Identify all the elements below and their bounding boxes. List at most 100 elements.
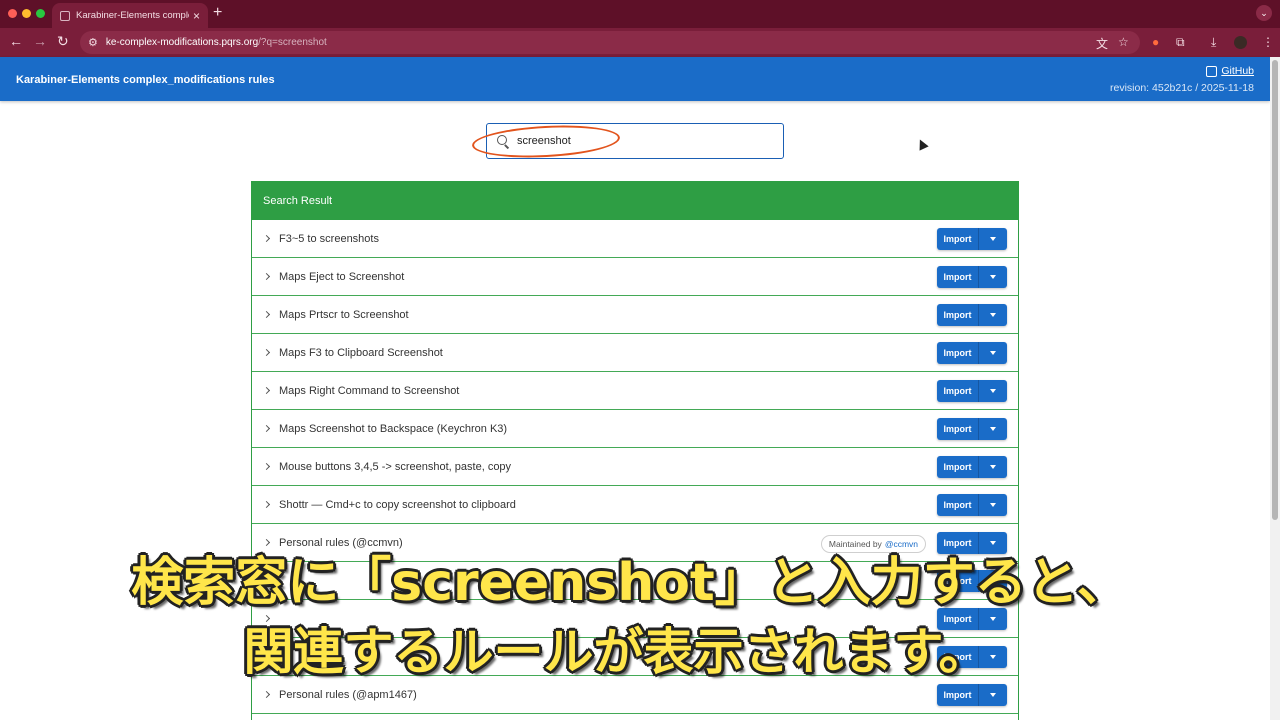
browser-tab-active[interactable]: Karabiner-Elements complex × [52, 3, 208, 28]
tab-search-button[interactable]: ⌄ [1256, 5, 1272, 21]
github-link[interactable]: GitHub [1206, 65, 1254, 77]
import-button[interactable]: Import [937, 570, 979, 592]
caret-down-icon [990, 465, 996, 469]
caret-down-icon [990, 389, 996, 393]
search-box[interactable] [486, 123, 784, 159]
import-dropdown-button[interactable] [979, 304, 1007, 326]
chevron-right-icon[interactable] [262, 234, 271, 243]
browser-menu-icon[interactable]: ⋮ [1262, 35, 1274, 49]
chevron-right-icon[interactable] [262, 690, 271, 699]
chevron-right-icon[interactable] [262, 538, 271, 547]
result-row-label: Maps Screenshot to Backspace (Keychron K… [279, 422, 508, 435]
chevron-right-icon[interactable] [262, 614, 271, 623]
result-row[interactable]: Maps Prtscr to Screenshot Import [252, 296, 1018, 334]
chevron-right-icon[interactable] [262, 462, 271, 471]
minimize-window-button[interactable] [22, 9, 31, 18]
search-input[interactable] [517, 135, 757, 147]
chevron-right-icon[interactable] [262, 424, 271, 433]
result-row[interactable]: Maps Eject to Screenshot Import [252, 258, 1018, 296]
import-dropdown-button[interactable] [979, 418, 1007, 440]
record-extension-icon[interactable]: ● [1152, 35, 1159, 49]
import-dropdown-button[interactable] [979, 570, 1007, 592]
chevron-right-icon[interactable] [262, 310, 271, 319]
maintainer-badge-prefix: Maintained by [828, 539, 882, 549]
import-button-group: Import [937, 608, 1007, 630]
import-button[interactable]: Import [937, 304, 979, 326]
import-button[interactable]: Import [937, 608, 979, 630]
page-scrollbar-thumb[interactable] [1272, 60, 1278, 520]
chevron-right-icon[interactable] [262, 576, 271, 585]
import-button[interactable]: Import [937, 456, 979, 478]
import-dropdown-button[interactable] [979, 456, 1007, 478]
import-button[interactable]: Import [937, 266, 979, 288]
result-row[interactable]: Mouse buttons 3,4,5 -> screenshot, paste… [252, 448, 1018, 486]
search-result-panel: Search Result F3~5 to screenshots Import M… [251, 181, 1019, 720]
import-dropdown-button[interactable] [979, 342, 1007, 364]
downloads-icon[interactable]: ⤓ [1211, 35, 1216, 50]
caret-down-icon [990, 313, 996, 317]
caret-down-icon [990, 427, 996, 431]
import-button-group: Import [937, 342, 1007, 364]
import-button[interactable]: Import [937, 494, 979, 516]
result-row[interactable]: Import [252, 562, 1018, 600]
translate-icon[interactable]: 文 [1096, 35, 1108, 52]
chevron-right-icon[interactable] [262, 652, 271, 661]
result-row-label: Shottr — Cmd+c to copy screenshot to cli… [279, 498, 516, 511]
import-button[interactable]: Import [937, 684, 979, 706]
chevron-right-icon[interactable] [262, 500, 271, 509]
chevron-right-icon[interactable] [262, 386, 271, 395]
import-dropdown-button[interactable] [979, 228, 1007, 250]
result-row[interactable]: F3~5 to screenshots Import [252, 220, 1018, 258]
import-button-group: Import [937, 418, 1007, 440]
caret-down-icon [990, 693, 996, 697]
maintainer-badge-user[interactable]: @ccmvn [885, 539, 918, 549]
maintainer-badge: Maintained by @ccmvn [820, 535, 926, 553]
result-row-label: Maps F3 to Clipboard Screenshot [279, 346, 443, 359]
chevron-right-icon[interactable] [262, 348, 271, 357]
result-row[interactable]: Import [252, 600, 1018, 638]
reload-button[interactable]: ↻ [57, 33, 69, 50]
result-row[interactable]: Maps Right Command to Screenshot Import [252, 372, 1018, 410]
import-dropdown-button[interactable] [979, 646, 1007, 668]
import-button-group: Import [937, 380, 1007, 402]
result-row[interactable]: Import [252, 638, 1018, 676]
close-window-button[interactable] [8, 9, 17, 18]
import-dropdown-button[interactable] [979, 532, 1007, 554]
caret-down-icon [990, 351, 996, 355]
import-button-group: Import [937, 228, 1007, 250]
forward-button[interactable]: → [33, 33, 47, 49]
result-row[interactable]: Maps F3 to Clipboard Screenshot Import [252, 334, 1018, 372]
import-button[interactable]: Import [937, 342, 979, 364]
result-row[interactable]: Personal rules (@apm1467) Import [252, 676, 1018, 714]
import-dropdown-button[interactable] [979, 266, 1007, 288]
import-button[interactable]: Import [937, 646, 979, 668]
bookmark-star-icon[interactable]: ☆ [1118, 35, 1129, 49]
result-row[interactable]: Personal rules (@ccmvn) Maintained by @ccm… [252, 524, 1018, 562]
import-dropdown-button[interactable] [979, 380, 1007, 402]
import-dropdown-button[interactable] [979, 684, 1007, 706]
browser-tab-bar: Karabiner-Elements complex × + ⌄ [0, 0, 1280, 28]
result-row[interactable]: Maps Screenshot to Backspace (Keychron K… [252, 410, 1018, 448]
import-button[interactable]: Import [937, 228, 979, 250]
new-tab-button[interactable]: + [213, 4, 222, 22]
import-button-group: Import [937, 266, 1007, 288]
address-bar[interactable]: ⚙ ke-complex-modifications.pqrs.org/?q=s… [80, 31, 1140, 54]
tab-favicon-icon [60, 10, 70, 21]
revision-info: revision: 452b21c / 2025-11-18 [1110, 82, 1254, 94]
result-row[interactable]: Shottr — Cmd+c to copy screenshot to cli… [252, 486, 1018, 524]
profile-avatar[interactable] [1234, 36, 1247, 49]
result-row-label: F3~5 to screenshots [279, 232, 379, 245]
import-dropdown-button[interactable] [979, 494, 1007, 516]
chevron-right-icon[interactable] [262, 272, 271, 281]
site-info-icon[interactable]: ⚙ [88, 36, 98, 49]
tab-close-icon[interactable]: × [193, 9, 200, 23]
import-button-group: Import [937, 304, 1007, 326]
maximize-window-button[interactable] [36, 9, 45, 18]
back-button[interactable]: ← [9, 33, 23, 49]
import-button[interactable]: Import [937, 532, 979, 554]
import-dropdown-button[interactable] [979, 608, 1007, 630]
import-button[interactable]: Import [937, 380, 979, 402]
extensions-icon[interactable]: ⧉ [1176, 35, 1185, 50]
caret-down-icon [990, 655, 996, 659]
import-button[interactable]: Import [937, 418, 979, 440]
